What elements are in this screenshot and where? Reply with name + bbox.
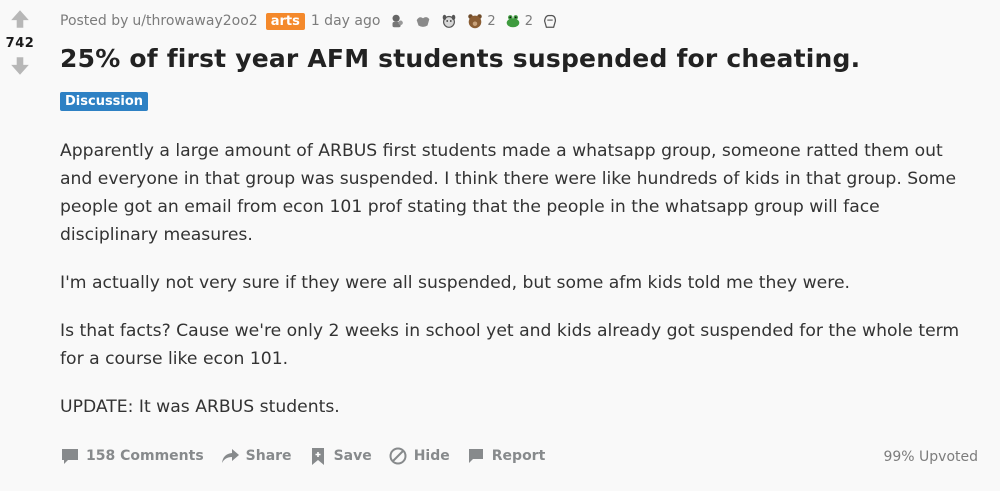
downvote-arrow-icon[interactable] — [9, 55, 31, 77]
hide-label: Hide — [413, 448, 450, 464]
posted-by-prefix: Posted by — [60, 13, 129, 29]
frog-icon — [506, 15, 520, 28]
award-count: 2 — [524, 13, 533, 29]
upvote-arrow-icon[interactable] — [9, 8, 31, 30]
post-body: Apparently a large amount of ARBUS first… — [60, 137, 980, 441]
save-label: Save — [333, 448, 372, 464]
link-flair[interactable]: Discussion — [60, 92, 149, 111]
upvote-ratio: 99% Upvoted — [883, 449, 978, 465]
award-teddy-bear[interactable]: 2 — [466, 12, 496, 30]
flag-icon — [468, 449, 483, 463]
teddy-bear-icon — [468, 14, 483, 29]
report-label: Report — [491, 448, 546, 464]
award-shaka[interactable] — [414, 12, 432, 30]
body-paragraph: UPDATE: It was ARBUS students. — [60, 397, 340, 417]
vote-column: 742 — [0, 8, 40, 77]
hide-circle-icon — [389, 447, 407, 465]
bookmark-icon — [311, 448, 324, 465]
comments-button[interactable]: 158 Comments — [60, 446, 204, 466]
award-trophy-bear[interactable] — [388, 12, 406, 30]
laughing-hand-icon — [543, 14, 557, 28]
post-card: 742 Posted by u/throwaway2oo2 arts 1 day… — [0, 0, 1000, 491]
award-count: 2 — [487, 13, 496, 29]
author-link[interactable]: u/throwaway2oo2 — [132, 13, 257, 29]
comments-label: 158 Comments — [86, 448, 204, 464]
dog-face-icon — [443, 14, 456, 28]
award-frog[interactable]: 2 — [504, 12, 533, 30]
share-label: Share — [245, 448, 292, 464]
award-dog[interactable] — [440, 12, 458, 30]
report-button[interactable]: Report — [466, 446, 546, 466]
body-paragraph: Is that facts? Cause we're only 2 weeks … — [60, 321, 960, 369]
post-title[interactable]: 25% of first year AFM students suspended… — [60, 44, 860, 73]
author-flair: arts — [265, 12, 305, 30]
shaka-hand-icon — [417, 17, 430, 27]
comment-bubble-icon — [62, 449, 78, 464]
post-age[interactable]: 1 day ago — [311, 13, 381, 29]
post-action-bar: 158 Comments Share Save Hide Report — [60, 446, 561, 466]
vote-score: 742 — [5, 36, 35, 51]
body-paragraph: Apparently a large amount of ARBUS first… — [60, 141, 957, 245]
share-button[interactable]: Share — [220, 446, 292, 466]
save-button[interactable]: Save — [308, 446, 372, 466]
share-arrow-icon — [221, 449, 239, 463]
hide-button[interactable]: Hide — [388, 446, 450, 466]
award-laughing-hand[interactable] — [541, 12, 559, 30]
post-meta: Posted by u/throwaway2oo2 arts 1 day ago… — [60, 10, 559, 32]
trophy-bear-icon — [392, 14, 404, 28]
body-paragraph: I'm actually not very sure if they were … — [60, 273, 850, 293]
